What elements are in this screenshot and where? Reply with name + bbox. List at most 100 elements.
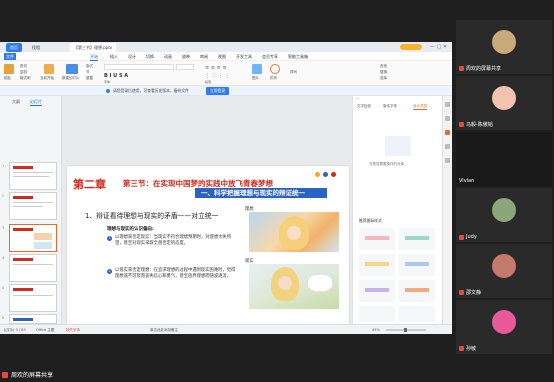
sidebar-icon[interactable]	[445, 116, 450, 121]
login-button[interactable]: 立即登录	[206, 87, 230, 95]
format-painter-button[interactable]: 格式刷	[20, 76, 31, 81]
menu-design[interactable]: 设计	[128, 53, 136, 60]
style-option[interactable]	[399, 280, 435, 302]
tab-outline[interactable]: 大纲	[12, 99, 20, 105]
tab-find[interactable]: 找相	[28, 43, 44, 52]
section-button[interactable]: 节	[86, 70, 90, 75]
slide-thumbnail[interactable]	[9, 254, 57, 282]
font-family-select[interactable]	[104, 64, 174, 70]
menu-start[interactable]: 开始	[90, 53, 98, 61]
zoom-level[interactable]: 45%	[372, 326, 380, 334]
ideal-image[interactable]	[249, 212, 339, 252]
sidebar-icon[interactable]	[445, 102, 450, 107]
tab-document[interactable]: 【第三节】理想.pptx	[70, 43, 117, 52]
layout-button[interactable]: 版式	[86, 64, 93, 69]
slide-number: 5	[2, 286, 5, 290]
participant-tile[interactable]: Vivian	[456, 132, 552, 186]
style-option[interactable]	[399, 228, 435, 250]
shape-button[interactable]: 形状	[270, 76, 277, 81]
menu-view[interactable]: 视图	[218, 53, 226, 60]
slide-thumbnail[interactable]	[9, 284, 57, 312]
font-size-select[interactable]	[176, 64, 194, 70]
menu-file[interactable]: 文件	[4, 53, 16, 60]
paste-icon[interactable]	[4, 64, 14, 74]
style-option[interactable]	[359, 228, 395, 250]
slide-thumbnail-selected[interactable]	[9, 224, 57, 252]
menu-animation[interactable]: 动画	[164, 53, 172, 60]
new-slide-button[interactable]: 新建幻灯片	[62, 76, 80, 81]
mic-off-icon	[2, 371, 8, 378]
mic-off-icon	[459, 346, 464, 351]
menu-vip[interactable]: 会员专享	[262, 53, 278, 60]
cut-button[interactable]: 剪切	[20, 64, 27, 69]
play-from-current-button[interactable]: 当前开始	[40, 76, 54, 81]
style-option[interactable]	[399, 306, 435, 322]
paste-button[interactable]: 粘贴	[4, 76, 11, 81]
reality-image[interactable]	[249, 264, 339, 309]
sidebar-icon[interactable]	[445, 158, 450, 163]
font-group-label: 字体	[104, 80, 111, 84]
tab-fonts[interactable]: 版本字体	[383, 104, 397, 109]
sidebar-icon[interactable]	[445, 144, 450, 149]
menu-slideshow[interactable]: 放映	[182, 53, 190, 60]
participant-tile[interactable]: 孙敏	[456, 300, 552, 354]
arrange-button[interactable]: 排列	[290, 70, 297, 75]
copy-button[interactable]: 复制	[20, 70, 27, 75]
reset-button[interactable]: 重置	[86, 76, 93, 81]
play-from-current-icon[interactable]	[44, 64, 54, 74]
app-tab-bar: 首页 找相 【第三节】理想.pptx — ▢ ✕	[0, 42, 452, 52]
paragraph-buttons[interactable]: ≡ ≡ ≡ ≡	[205, 65, 227, 71]
slide-thumbnail[interactable]	[9, 192, 57, 220]
sidebar-icon[interactable]	[445, 130, 450, 135]
slide-subheading: 理想与现实的认识偏向:	[107, 227, 154, 232]
slide-heading: 1、辩证看待理想与现实的矛盾——对立统一	[85, 212, 219, 220]
missing-font-indicator[interactable]: 缺失字体	[66, 326, 80, 334]
font-style-buttons[interactable]: B I U S A	[104, 73, 128, 79]
bullet-text-2: 以现实来否定理想：在追求理想的过程中遇到现实困难时，觉得理想遥不可及而丧失信心和…	[115, 268, 236, 280]
menu-transition[interactable]: 切换	[146, 53, 154, 60]
picture-button[interactable]: 图片	[252, 76, 259, 81]
menu-insert[interactable]: 插入	[110, 53, 118, 60]
current-slide[interactable]: 第二章 第三节：在实现中国梦的实践中放飞青春梦想 一、科学把握理想与现实的辩证统…	[67, 166, 349, 324]
menu-toolbox[interactable]: 智能工具箱	[288, 53, 308, 60]
notes-hint[interactable]: 单击此处添加备注	[150, 326, 178, 334]
participant-name: 孙敏	[459, 345, 476, 352]
decor-dot	[315, 172, 320, 177]
participant-tile[interactable]: 邵文静	[456, 244, 552, 298]
tab-home[interactable]: 首页	[6, 43, 22, 52]
window-controls[interactable]: — ▢ ✕	[430, 44, 447, 50]
slide-thumbnail[interactable]	[9, 314, 57, 324]
style-option[interactable]	[359, 254, 395, 276]
align-buttons[interactable]: ⋮ ⋮ ⋮ ⋮	[205, 73, 230, 79]
participant-tile[interactable]: 马毅-陈傲韬	[456, 76, 552, 130]
ribbon-toolbar: 粘贴 剪切 复制 格式刷 当前开始 新建幻灯片 版式 节 重置 B I U S …	[0, 61, 452, 86]
picture-icon[interactable]	[252, 64, 262, 74]
style-option[interactable]	[399, 254, 435, 276]
find-button[interactable]: 查找	[380, 64, 387, 69]
new-slide-icon[interactable]	[66, 64, 78, 74]
participant-tile[interactable]: Judy	[456, 188, 552, 242]
mic-off-icon	[459, 290, 464, 295]
style-option[interactable]	[359, 280, 395, 302]
mic-off-icon	[459, 122, 464, 127]
upgrade-badge[interactable]	[400, 44, 422, 50]
avatar	[492, 254, 516, 278]
avatar	[492, 86, 516, 110]
tab-design[interactable]: 设计灵感	[413, 104, 427, 110]
shape-icon[interactable]	[270, 64, 280, 74]
mic-off-icon	[459, 66, 464, 71]
slide-number: 6	[2, 316, 5, 320]
select-button[interactable]: 选择	[380, 76, 387, 81]
style-option[interactable]	[359, 306, 395, 322]
menu-review[interactable]: 审阅	[200, 53, 208, 60]
menu-developer[interactable]: 开发工具	[236, 53, 252, 60]
tab-spellcheck[interactable]: 文字检查	[357, 104, 371, 109]
slide-thumbnail[interactable]	[9, 162, 57, 190]
replace-button[interactable]: 替换	[380, 70, 387, 75]
zoom-slider[interactable]	[386, 328, 426, 332]
slide-canvas-area: 第二章 第三节：在实现中国梦的实践中放飞青春梦想 一、科学把握理想与现实的辩证统…	[62, 96, 352, 324]
tab-slides[interactable]: 幻灯片	[30, 99, 42, 106]
participant-name: Vivian	[459, 178, 475, 184]
participant-tile[interactable]: 周欢的屏幕共享	[456, 20, 552, 74]
avatar	[492, 310, 516, 334]
